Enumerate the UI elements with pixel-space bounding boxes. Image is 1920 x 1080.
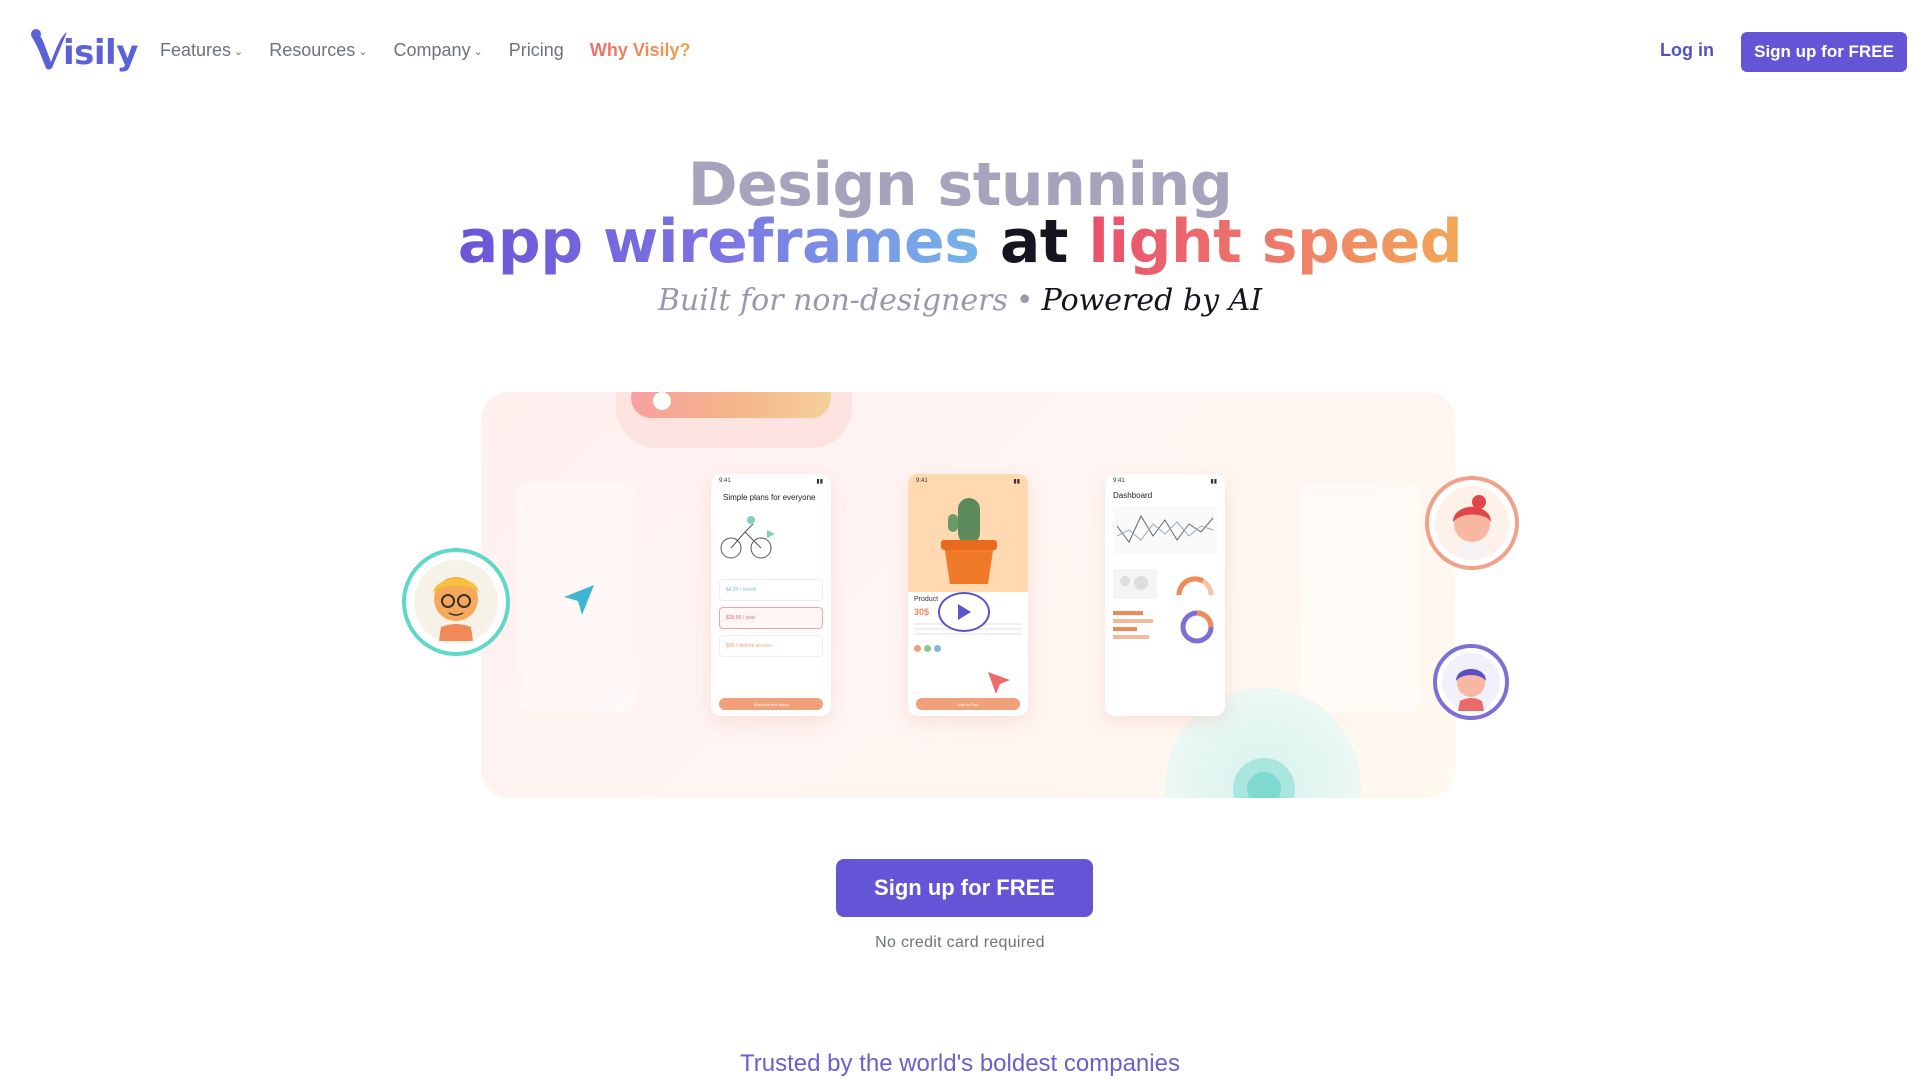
chevron-down-icon: ⌄ [473, 46, 483, 58]
mockup-dashboard-screen: 9:41 ▮▮ Dashboard [1105, 474, 1225, 716]
chevron-down-icon: ⌄ [234, 46, 244, 58]
cyclist-illustration-icon [720, 516, 775, 559]
subtitle-built-for: Built for non-designers [657, 283, 1008, 318]
site-header: isily Features ⌄ Resources ⌄ Company ⌄ P… [0, 0, 1920, 104]
visily-logo[interactable]: isily [29, 28, 138, 70]
dashboard-widgets [1105, 563, 1225, 605]
brand-name: isily [63, 33, 138, 73]
plan-option-lifetime: $99 / lifetime access [719, 635, 823, 657]
phone-status-bar: 9:41 ▮▮ [908, 474, 1028, 489]
ghost-phone-right [1301, 482, 1419, 712]
nav-pricing[interactable]: Pricing [509, 40, 564, 61]
nav-company[interactable]: Company ⌄ [394, 40, 483, 61]
mockup-pricing-screen: 9:41 ▮▮ Simple plans for everyone $4.99 /… [711, 474, 831, 716]
hero-title-line2: app wireframes at light speed [0, 207, 1920, 277]
nav-company-label: Company [393, 40, 471, 60]
avatar-woman-red-hair [1425, 476, 1519, 570]
status-time: 9:41 [719, 478, 731, 484]
avatar-glasses-man [402, 548, 510, 656]
plan-option-yearly: $39.99 / year [719, 607, 823, 629]
decorative-pill-dot [653, 392, 671, 410]
hero-title-at: at [999, 207, 1069, 277]
subtitle-separator: • [1015, 283, 1034, 318]
signal-icon: ▮▮ [1013, 479, 1020, 485]
pricing-cta: Start free trial today [719, 698, 823, 710]
nav-features-label: Features [160, 40, 232, 60]
nav-pricing-label: Pricing [508, 40, 564, 60]
hero-signup-button[interactable]: Sign up for FREE [836, 859, 1093, 917]
nav-resources-label: Resources [269, 40, 356, 60]
color-swatches [908, 641, 1028, 656]
cactus-icon [941, 498, 997, 584]
line-chart-icon [1113, 506, 1217, 554]
status-time: 9:41 [916, 478, 928, 484]
bar-chart-icon [1113, 611, 1153, 639]
phone-status-bar: 9:41 ▮▮ [711, 474, 831, 489]
trusted-heading: Trusted by the world's boldest companies [740, 1050, 1180, 1077]
login-link[interactable]: Log in [1660, 40, 1714, 61]
signal-icon: ▮▮ [1210, 479, 1217, 485]
no-credit-card-note: No credit card required [875, 934, 1045, 951]
avatar-purple-hair [1433, 644, 1509, 720]
play-video-button[interactable] [938, 592, 990, 632]
nav-resources[interactable]: Resources ⌄ [269, 40, 367, 61]
pointer-cursor-icon [988, 672, 1010, 694]
header-signup-button[interactable]: Sign up for FREE [1741, 32, 1907, 72]
phone-status-bar: 9:41 ▮▮ [1105, 474, 1225, 489]
hero-title-light-speed: light speed [1088, 207, 1463, 277]
pricing-title: Simple plans for everyone [723, 493, 816, 502]
avatar-woman-icon [1435, 486, 1509, 560]
avatar-man-icon [414, 560, 498, 644]
dashboard-title: Dashboard [1113, 491, 1153, 500]
dashboard-bottom-widgets [1105, 605, 1225, 649]
status-time: 9:41 [1113, 478, 1125, 484]
hero-illustration: 9:41 ▮▮ Simple plans for everyone $4.99 /… [481, 392, 1455, 798]
main-nav: Features ⌄ Resources ⌄ Company ⌄ Pricing… [160, 40, 717, 61]
nav-why-visily[interactable]: Why Visily? [590, 40, 691, 61]
donut-chart-icon [1180, 610, 1214, 644]
nav-features[interactable]: Features ⌄ [160, 40, 243, 61]
world-map-icon [1113, 569, 1157, 599]
nav-why-visily-label: Why Visily? [589, 40, 691, 60]
hero-subtitle: Built for non-designers • Powered by AI [0, 283, 1920, 318]
hero-title-app-wireframes: app wireframes [457, 207, 980, 277]
avatar-person-icon [1442, 653, 1500, 711]
subtitle-powered-by: Powered by AI [1041, 283, 1263, 318]
plan-option-monthly: $4.99 / month [719, 579, 823, 601]
play-icon [958, 604, 971, 620]
gauge-chart-icon [1176, 576, 1214, 596]
mockup-product-screen: 9:41 ▮▮ Product 30$ Add to Cart [908, 474, 1028, 716]
teal-cursor-icon [564, 585, 594, 615]
signal-icon: ▮▮ [816, 479, 823, 485]
product-image: 9:41 ▮▮ [908, 474, 1028, 592]
add-to-cart-mock: Add to Cart [916, 698, 1020, 710]
chevron-down-icon: ⌄ [358, 46, 368, 58]
